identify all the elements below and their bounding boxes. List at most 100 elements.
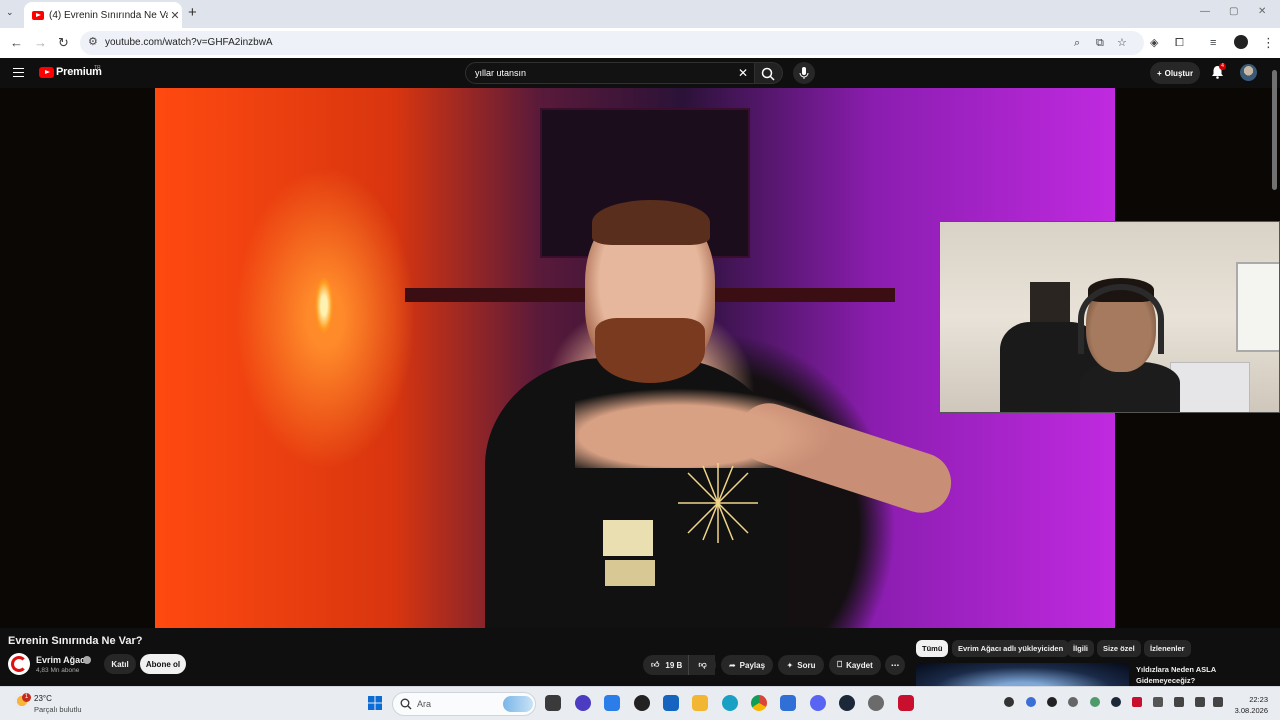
windows-taskbar: 1 23°C Parçalı bulutlu Ara 22:23 3.08.20…	[0, 686, 1280, 720]
share-button[interactable]: ➦ Paylaş	[721, 655, 773, 675]
new-tab-plus-icon[interactable]: +	[188, 4, 197, 21]
store-icon[interactable]	[663, 695, 679, 711]
presenter-beard-image	[595, 318, 705, 383]
weather-temperature[interactable]: 23°C	[34, 694, 52, 703]
puzzle-extensions-icon[interactable]: ⧠	[1175, 34, 1184, 52]
create-button[interactable]: + Oluştur	[1150, 62, 1200, 84]
hamburger-menu-icon[interactable]	[13, 68, 24, 77]
microphone-icon	[799, 67, 809, 79]
chip-watched[interactable]: İzlenenler	[1144, 640, 1191, 657]
chip-from-uploader[interactable]: Evrim Ağacı adlı yükleyiciden	[952, 640, 1070, 657]
extension-icon[interactable]: ◈	[1150, 34, 1158, 52]
back-arrow-icon[interactable]: ←	[10, 34, 23, 52]
headset-image	[1078, 284, 1164, 354]
app-icon-red[interactable]	[898, 695, 914, 711]
profile-avatar[interactable]	[1234, 35, 1248, 49]
voice-search-button[interactable]	[793, 62, 815, 84]
webcam-shelf-image	[1030, 282, 1070, 322]
chip-for-you[interactable]: Size özel	[1097, 640, 1141, 657]
taskbar-search[interactable]: Ara	[392, 692, 536, 716]
zoom-icon[interactable]: ⌕	[1074, 34, 1080, 52]
search-highlight-image	[503, 696, 533, 712]
discord-icon[interactable]	[810, 695, 826, 711]
chip-label: İzlenenler	[1150, 644, 1185, 653]
subscribe-button[interactable]: Abone ol	[140, 654, 186, 674]
region-code: TR	[94, 65, 101, 71]
ask-button[interactable]: ✦ Soru	[778, 655, 824, 675]
app-icon-video[interactable]	[780, 695, 796, 711]
more-actions-button[interactable]: ⋯	[885, 655, 905, 675]
tray-steam-icon[interactable]	[1111, 697, 1121, 707]
sparkle-icon: ✦	[786, 660, 794, 670]
channel-name[interactable]: Evrim Ağacı	[36, 655, 88, 665]
video-info-section: Evrenin Sınırında Ne Var? Evrim Ağacı 4,…	[0, 628, 1280, 686]
address-url[interactable]: youtube.com/watch?v=GHFA2inzbwA	[105, 37, 273, 48]
recommended-video-thumbnail[interactable]	[916, 663, 1129, 686]
restore-window-icon[interactable]: ▢	[1229, 6, 1238, 17]
page-scrollbar[interactable]	[1272, 70, 1277, 190]
site-info-icon[interactable]: ⚙	[88, 35, 98, 48]
task-view-icon[interactable]	[545, 695, 561, 711]
video-player[interactable]	[0, 88, 1280, 628]
steam-icon[interactable]	[839, 695, 855, 711]
app-icon-diamond[interactable]	[604, 695, 620, 711]
minimize-window-icon[interactable]: —	[1200, 6, 1210, 17]
windows-start-icon[interactable]	[367, 695, 383, 711]
recommended-video-title[interactable]: Yıldızlara Neden ASLA Gidemeyeceğiz?	[1136, 664, 1266, 686]
volume-icon[interactable]	[1213, 697, 1223, 707]
tray-icon-4[interactable]	[1068, 697, 1078, 707]
close-tab-icon[interactable]: ✕	[168, 9, 182, 22]
settings-gear-icon[interactable]	[868, 695, 884, 711]
chrome-menu-icon[interactable]: ⋮	[1262, 34, 1275, 52]
chrome-browser-icon[interactable]	[751, 695, 767, 711]
install-app-icon[interactable]: ⧉	[1096, 34, 1104, 52]
tray-icon-1[interactable]	[1004, 697, 1014, 707]
notification-badge: 4	[1219, 63, 1226, 70]
browser-tab-strip: ⌄ (4) Evrenin Sınırında Ne Var? - YouTub…	[0, 0, 1280, 28]
app-icon-circle[interactable]	[575, 695, 591, 711]
chip-all[interactable]: Tümü	[916, 640, 949, 657]
shirt-patch-graphic	[603, 520, 653, 556]
file-explorer-icon[interactable]	[692, 695, 708, 711]
edge-browser-icon[interactable]	[722, 695, 738, 711]
search-icon	[761, 67, 775, 81]
save-button[interactable]: ⎕ Kaydet	[829, 655, 881, 675]
app-icon-dark[interactable]	[634, 695, 650, 711]
close-window-icon[interactable]: ✕	[1258, 6, 1266, 17]
search-input[interactable]: yıllar utansın	[475, 68, 526, 78]
weather-condition[interactable]: Parçalı bulutlu	[34, 705, 82, 714]
browser-tab-active[interactable]: (4) Evrenin Sınırında Ne Var? - YouTube …	[24, 2, 182, 28]
media-controls-icon[interactable]: ≡	[1210, 34, 1216, 52]
taskbar-search-placeholder: Ara	[417, 699, 432, 709]
address-bar[interactable]: ⚙ youtube.com/watch?v=GHFA2inzbwA ⌕ ⧉ ☆	[80, 31, 1144, 55]
forward-arrow-icon[interactable]: →	[34, 34, 47, 52]
tray-icon-7[interactable]	[1132, 697, 1142, 707]
tray-icon-5[interactable]	[1090, 697, 1100, 707]
account-avatar[interactable]	[1240, 64, 1257, 81]
network-icon[interactable]	[1195, 697, 1205, 707]
clock-date: 3.08.2026	[1234, 706, 1268, 715]
presenter-hands-image	[575, 388, 835, 468]
weather-badge: 1	[22, 693, 31, 702]
channel-avatar[interactable]	[8, 653, 30, 675]
tray-icon-2[interactable]	[1026, 697, 1036, 707]
search-button[interactable]	[755, 62, 783, 84]
chip-label: Evrim Ağacı adlı yükleyiciden	[958, 644, 1064, 653]
dislike-button[interactable]: 👎︎	[688, 655, 716, 675]
like-count: 19 B	[665, 660, 683, 670]
search-box[interactable]: yıllar utansın ✕	[465, 62, 755, 84]
join-button[interactable]: Katıl	[104, 654, 136, 674]
reload-icon[interactable]: ↻	[58, 34, 69, 52]
tab-search-chevron-icon[interactable]: ⌄	[6, 7, 14, 18]
tray-icon-3[interactable]	[1047, 697, 1057, 707]
share-arrow-icon: ➦	[728, 660, 736, 670]
webcam-window-image	[1236, 262, 1279, 352]
system-clock[interactable]: 22:23 3.08.2026	[1234, 694, 1268, 716]
microphone-tray-icon[interactable]	[1174, 697, 1184, 707]
youtube-logo-icon[interactable]	[39, 67, 54, 78]
chip-related[interactable]: İlgili	[1067, 640, 1094, 657]
plus-icon: +	[1156, 68, 1162, 78]
clear-search-icon[interactable]: ✕	[738, 66, 748, 80]
bookmark-star-icon[interactable]: ☆	[1117, 34, 1127, 52]
battery-icon[interactable]	[1153, 697, 1163, 707]
